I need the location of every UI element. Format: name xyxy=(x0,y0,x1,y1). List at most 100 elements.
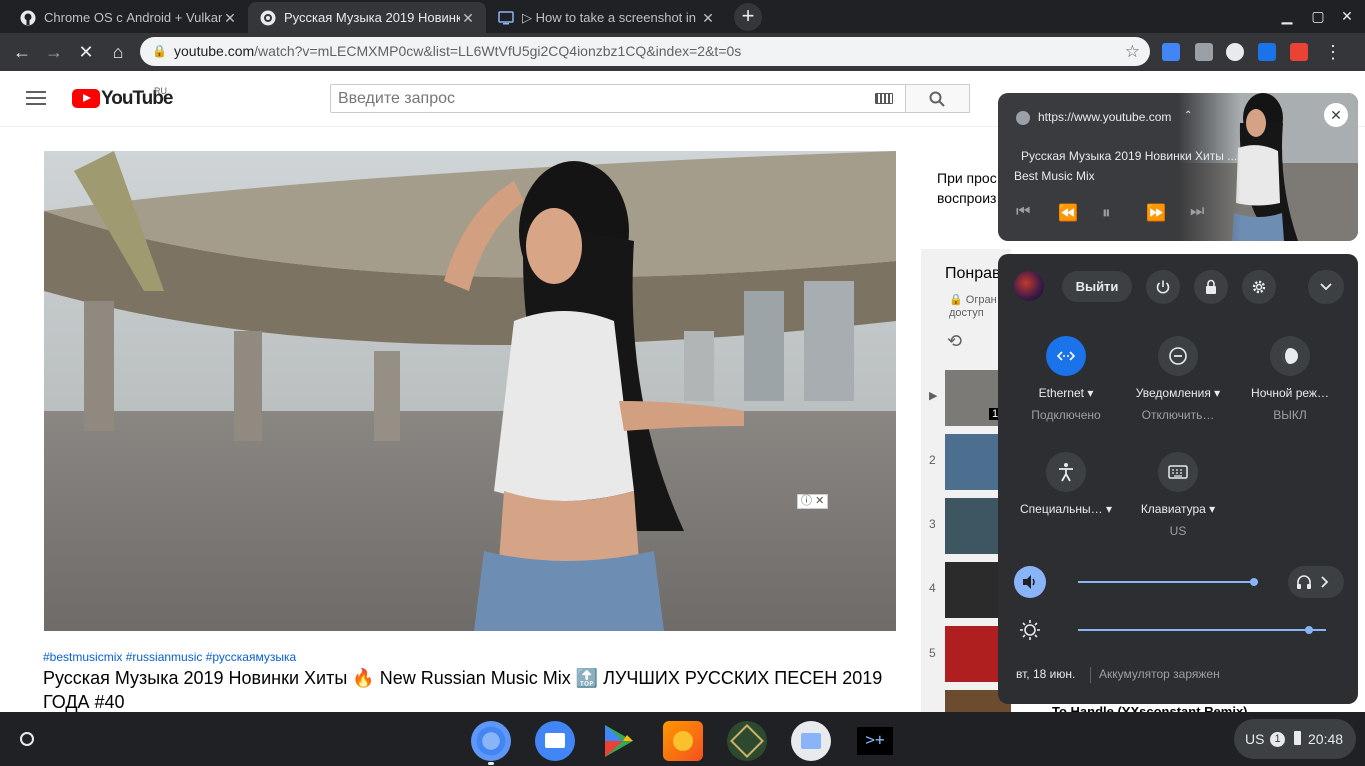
avatar[interactable] xyxy=(1014,271,1044,301)
play-store-icon[interactable] xyxy=(599,721,639,761)
chrome-app-icon[interactable] xyxy=(471,721,511,761)
cast-extension-icon[interactable] xyxy=(1258,43,1276,61)
files-app-icon[interactable] xyxy=(535,721,575,761)
url-host: youtube.com xyxy=(174,43,255,59)
next-track-icon[interactable]: ⏭ xyxy=(1190,203,1204,221)
ime-indicator[interactable]: US xyxy=(1245,731,1264,747)
minimize-icon[interactable]: ▁ xyxy=(1278,8,1296,25)
menu-dots-icon[interactable]: ⋮ xyxy=(1321,40,1345,64)
tab-screenshot[interactable]: ▷ How to take a screenshot in C ✕ xyxy=(486,2,726,33)
ethernet-pod[interactable]: Ethernet ▾ Подключено xyxy=(1006,336,1126,422)
keyboard-pod[interactable]: Клавиатура ▾ US xyxy=(1118,452,1238,538)
screenshot-app-icon[interactable] xyxy=(791,721,831,761)
keyboard-icon[interactable] xyxy=(1158,452,1198,492)
home-icon[interactable]: ⌂ xyxy=(106,40,130,64)
clock[interactable]: 20:48 xyxy=(1308,731,1343,747)
sign-out-button[interactable]: Выйти xyxy=(1062,271,1132,302)
notifications-pod[interactable]: Уведомления ▾ Отключить… xyxy=(1118,336,1238,422)
loop-icon[interactable]: ⟲ xyxy=(947,331,962,352)
collapse-button[interactable] xyxy=(1308,270,1344,304)
notifications-status: Отключить… xyxy=(1141,408,1215,422)
playlist-index: 4 xyxy=(929,581,936,595)
close-media-button[interactable]: ✕ xyxy=(1324,103,1348,127)
video-title: Русская Музыка 2019 Новинки Хиты 🔥 New R… xyxy=(43,668,883,712)
quick-settings-panel: Выйти Ethernet ▾ Подключено Уведомления … xyxy=(998,254,1358,704)
volume-button[interactable] xyxy=(1014,566,1046,598)
close-tab-icon[interactable]: ✕ xyxy=(700,10,716,26)
shelf: >+ xyxy=(0,712,1365,766)
game-app-icon[interactable] xyxy=(727,721,767,761)
forward-icon[interactable]: → xyxy=(42,40,66,64)
keyboard-icon[interactable] xyxy=(875,93,893,104)
youtube-logo-icon[interactable] xyxy=(72,89,100,108)
volume-slider-thumb[interactable] xyxy=(1250,578,1259,586)
youtube-tab-icon xyxy=(260,10,276,26)
night-light-icon[interactable] xyxy=(1270,336,1310,376)
github-icon xyxy=(20,10,36,26)
seek-forward-icon[interactable]: ⏩ xyxy=(1146,203,1166,223)
notification-count[interactable]: 1 xyxy=(1270,732,1285,747)
record-extension-icon[interactable] xyxy=(1290,43,1308,61)
night-light-pod[interactable]: Ночной реж… ВЫКЛ xyxy=(1230,336,1350,422)
brightness-slider-thumb[interactable] xyxy=(1304,626,1313,634)
media-title: Русская Музыка 2019 Новинки Хиты ... xyxy=(1021,149,1238,163)
close-tab-icon[interactable]: ✕ xyxy=(222,10,238,26)
ethernet-status: Подключено xyxy=(1031,408,1101,422)
search-placeholder: Введите запрос xyxy=(338,90,455,107)
battery-status: Аккумулятор заряжен xyxy=(1099,667,1220,681)
keyboard-label: Клавиатура ▾ xyxy=(1140,502,1216,516)
playlist-index: 3 xyxy=(929,517,936,531)
lock-icon xyxy=(1206,279,1216,294)
seek-backward-icon[interactable]: ⏪ xyxy=(1058,203,1078,223)
playlist-title[interactable]: Понрав xyxy=(945,265,1001,283)
volume-slider[interactable] xyxy=(1078,581,1258,583)
tab-title: Chrome OS с Android + Vulkan р xyxy=(44,10,222,25)
accessibility-label: Специальны… ▾ xyxy=(1020,502,1112,516)
bookmark-star-icon[interactable]: ☆ xyxy=(1125,37,1140,66)
media-notification: https://www.youtube.com ⌃ ✕ Русская Музы… xyxy=(998,93,1358,241)
autoplay-info: При прос воспроиз xyxy=(937,168,997,208)
accessibility-pod[interactable]: Специальны… ▾ xyxy=(1006,452,1126,516)
extension-icon[interactable] xyxy=(1195,43,1213,61)
close-window-icon[interactable]: ✕ xyxy=(1338,8,1356,25)
back-icon[interactable]: ← xyxy=(10,40,34,64)
search-input[interactable]: Введите запрос xyxy=(330,84,906,113)
chevron-up-icon[interactable]: ⌃ xyxy=(1184,110,1192,121)
headphones-icon xyxy=(1297,575,1311,589)
power-button[interactable] xyxy=(1146,270,1180,304)
settings-button[interactable] xyxy=(1242,270,1276,304)
accessibility-icon[interactable] xyxy=(1046,452,1086,492)
ad-info-icon[interactable]: ⓘ ✕ xyxy=(797,494,828,509)
gear-icon xyxy=(1252,280,1266,294)
address-bar[interactable]: 🔒 youtube.com/watch?v=mLECMXMP0cw&list=L… xyxy=(140,37,1150,66)
brightness-slider[interactable] xyxy=(1078,629,1326,631)
launcher-button[interactable] xyxy=(20,732,34,746)
video-hashtags[interactable]: #bestmusicmix #russianmusic #русскаямузы… xyxy=(43,650,296,664)
browser-toolbar: ← → ✕ ⌂ 🔒 youtube.com/watch?v=mLECMXMP0c… xyxy=(0,33,1365,95)
notifications-label: Уведомления ▾ xyxy=(1135,386,1221,400)
tab-github[interactable]: Chrome OS с Android + Vulkan р ✕ xyxy=(8,2,248,33)
terminal-app-icon[interactable]: >+ xyxy=(855,721,895,761)
playlist-index: 5 xyxy=(929,646,936,660)
video-player[interactable]: ⓘ ✕ xyxy=(44,151,896,631)
close-tab-icon[interactable]: ✕ xyxy=(460,10,476,26)
previous-track-icon[interactable]: ⏮ xyxy=(1016,203,1030,221)
pause-icon[interactable]: ⏸ xyxy=(1102,203,1111,223)
search-button[interactable] xyxy=(905,84,970,113)
maximize-icon[interactable]: ▢ xyxy=(1309,8,1327,25)
status-tray[interactable]: US 1 20:48 xyxy=(1234,719,1356,759)
do-not-disturb-icon[interactable] xyxy=(1158,336,1198,376)
audio-output-button[interactable] xyxy=(1288,566,1344,598)
stop-loading-icon[interactable]: ✕ xyxy=(74,40,98,64)
date-label[interactable]: вт, 18 июн. xyxy=(1016,667,1075,681)
hamburger-menu-icon[interactable] xyxy=(26,91,46,105)
new-tab-button[interactable]: + xyxy=(734,3,762,31)
cloud-extension-icon[interactable] xyxy=(1226,43,1244,61)
music-app-icon[interactable] xyxy=(663,721,703,761)
ethernet-icon[interactable] xyxy=(1046,336,1086,376)
lock-button[interactable] xyxy=(1194,270,1228,304)
translate-extension-icon[interactable] xyxy=(1162,43,1180,61)
url-path: /watch?v=mLECMXMP0cw&list=LL6WtVfU5gi2CQ… xyxy=(254,43,742,59)
power-icon xyxy=(1156,280,1170,294)
tab-youtube[interactable]: Русская Музыка 2019 Новинки ✕ xyxy=(248,2,486,33)
